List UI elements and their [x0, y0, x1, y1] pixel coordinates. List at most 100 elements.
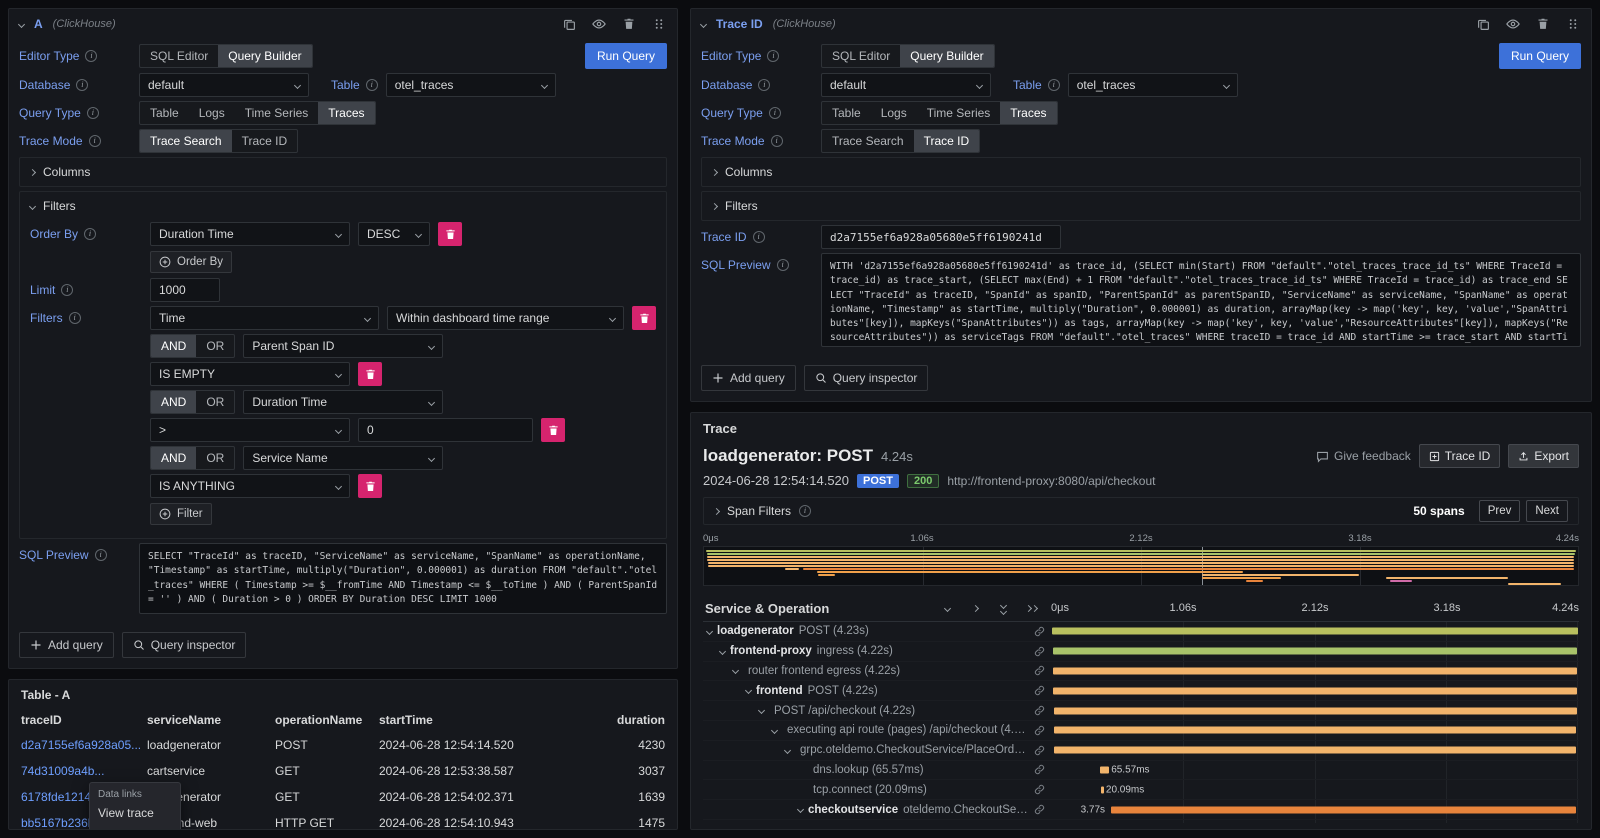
trace-id-link[interactable]: 74d31009a4b... [21, 764, 147, 778]
span-row[interactable]: dns.lookup (65.57ms) 65.57ms [703, 761, 1579, 781]
editor-type-option[interactable]: Query Builder [900, 45, 993, 67]
span-bar[interactable] [1111, 806, 1577, 813]
and-or-toggle[interactable]: ANDOR [150, 446, 235, 470]
trace-id-input[interactable] [821, 225, 1061, 249]
trace-mode-option[interactable]: Trace ID [232, 130, 298, 152]
conjunction-option[interactable]: AND [151, 447, 196, 469]
trace-mode-option[interactable]: Trace ID [914, 130, 980, 152]
prev-button[interactable]: Prev [1479, 500, 1521, 522]
column-header-servicename[interactable]: serviceName [147, 713, 275, 727]
span-name-cell[interactable]: tcp.connect (20.09ms) [703, 784, 1051, 796]
condition-value-input[interactable] [358, 418, 533, 442]
editor-type-option[interactable]: SQL Editor [140, 45, 218, 67]
span-row[interactable]: prepareOrderItemsAndShippingQuoteFromCar… [703, 820, 1579, 823]
info-icon[interactable]: i [76, 79, 88, 91]
info-icon[interactable]: i [767, 50, 779, 62]
run-query-button[interactable]: Run Query [585, 43, 667, 69]
span-name-cell[interactable]: frontend POST (4.22s) [703, 685, 1051, 697]
span-name-cell[interactable]: frontend-proxy ingress (4.22s) [703, 645, 1051, 657]
remove-condition-button[interactable] [358, 474, 382, 498]
condition-field-select[interactable]: Duration Time [243, 390, 443, 414]
query-type-toggle[interactable]: TableLogsTime SeriesTraces [139, 101, 376, 125]
menu-item[interactable]: View trace [90, 803, 180, 824]
conjunction-option[interactable]: OR [196, 391, 234, 413]
span-bar[interactable] [1053, 687, 1577, 694]
expand-all-icon[interactable] [1023, 601, 1039, 617]
table-select[interactable]: otel_traces [1068, 73, 1238, 97]
span-name-cell[interactable]: grpc.oteldemo.CheckoutService/PlaceOrder… [703, 744, 1051, 756]
span-bar[interactable] [1054, 727, 1577, 734]
span-timeline[interactable] [1051, 642, 1579, 661]
columns-section-header[interactable]: Columns [20, 158, 666, 186]
remove-order-by-button[interactable] [438, 222, 462, 246]
span-bar[interactable] [1100, 766, 1108, 773]
editor-type-toggle[interactable]: SQL EditorQuery Builder [139, 44, 313, 68]
span-link-icon[interactable] [1034, 705, 1045, 716]
span-row[interactable]: executing api route (pages) /api/checkou… [703, 721, 1579, 741]
column-header-traceid[interactable]: traceID [21, 713, 147, 727]
column-header-starttime[interactable]: startTime [379, 713, 575, 727]
trace-mode-option[interactable]: Trace Search [822, 130, 914, 152]
order-by-field-select[interactable]: Duration Time [150, 222, 350, 246]
conjunction-option[interactable]: AND [151, 391, 196, 413]
eye-icon[interactable] [1505, 16, 1521, 32]
menu-item[interactable]: View logs [90, 824, 180, 829]
span-timeline[interactable] [1051, 741, 1579, 760]
conjunction-option[interactable]: OR [196, 447, 234, 469]
expand-one-icon[interactable] [967, 601, 983, 617]
query-type-option[interactable]: Logs [871, 102, 917, 124]
remove-condition-button[interactable] [541, 418, 565, 442]
info-icon[interactable]: i [95, 549, 107, 561]
span-bar[interactable] [1053, 667, 1577, 674]
editor-type-option[interactable]: Query Builder [218, 45, 311, 67]
info-icon[interactable]: i [1048, 79, 1060, 91]
span-bar[interactable] [1054, 707, 1577, 714]
span-timeline[interactable]: 2.07s [1051, 820, 1579, 823]
info-icon[interactable]: i [758, 79, 770, 91]
span-timeline[interactable] [1051, 681, 1579, 700]
condition-field-select[interactable]: Service Name [243, 446, 443, 470]
limit-input[interactable] [150, 278, 220, 302]
and-or-toggle[interactable]: ANDOR [150, 334, 235, 358]
span-row[interactable]: loadgenerator POST (4.23s) [703, 622, 1579, 642]
condition-operator-select[interactable]: IS EMPTY [150, 362, 350, 386]
filter-operator-select[interactable]: Within dashboard time range [387, 306, 624, 330]
span-row[interactable]: checkoutservice oteldemo.CheckoutService… [703, 800, 1579, 820]
condition-operator-select[interactable]: > [150, 418, 350, 442]
filters-section-header[interactable]: Filters [20, 192, 666, 220]
trace-mode-option[interactable]: Trace Search [140, 130, 232, 152]
add-filter-button[interactable]: Filter [150, 503, 212, 525]
trace-id-button[interactable]: Trace ID [1419, 444, 1501, 468]
table-row[interactable]: d2a7155ef6a928a05... loadgenerator POST … [9, 732, 677, 758]
span-row[interactable]: tcp.connect (20.09ms) 20.09ms [703, 780, 1579, 800]
span-toggle-icon[interactable] [771, 727, 778, 734]
column-header-duration[interactable]: duration [575, 713, 665, 727]
and-or-toggle[interactable]: ANDOR [150, 390, 235, 414]
trash-icon[interactable] [1535, 16, 1551, 32]
info-icon[interactable]: i [771, 135, 783, 147]
duplicate-query-icon[interactable] [1475, 16, 1491, 32]
editor-type-option[interactable]: SQL Editor [822, 45, 900, 67]
conjunction-option[interactable]: OR [196, 335, 234, 357]
query-type-option[interactable]: Table [140, 102, 189, 124]
query-type-option[interactable]: Traces [1000, 102, 1056, 124]
add-query-button[interactable]: Add query [19, 632, 114, 658]
condition-operator-select[interactable]: IS ANYTHING [150, 474, 350, 498]
span-filters-bar[interactable]: Span Filters i 50 spans Prev Next [703, 497, 1579, 525]
run-query-button[interactable]: Run Query [1499, 43, 1581, 69]
order-by-direction-select[interactable]: DESC [358, 222, 430, 246]
span-toggle-icon[interactable] [784, 747, 791, 754]
span-timeline[interactable]: 65.57ms [1051, 761, 1579, 780]
query-type-option[interactable]: Logs [189, 102, 235, 124]
span-toggle-icon[interactable] [719, 648, 726, 655]
info-icon[interactable]: i [89, 135, 101, 147]
remove-condition-button[interactable] [358, 362, 382, 386]
span-link-icon[interactable] [1034, 685, 1045, 696]
columns-section-header[interactable]: Columns [702, 158, 1580, 186]
span-link-icon[interactable] [1034, 784, 1045, 795]
export-button[interactable]: Export [1508, 444, 1579, 468]
filters-section-header[interactable]: Filters [702, 192, 1580, 220]
span-name-cell[interactable]: loadgenerator POST (4.23s) [703, 625, 1051, 637]
query-type-option[interactable]: Traces [318, 102, 374, 124]
info-icon[interactable]: i [769, 107, 781, 119]
